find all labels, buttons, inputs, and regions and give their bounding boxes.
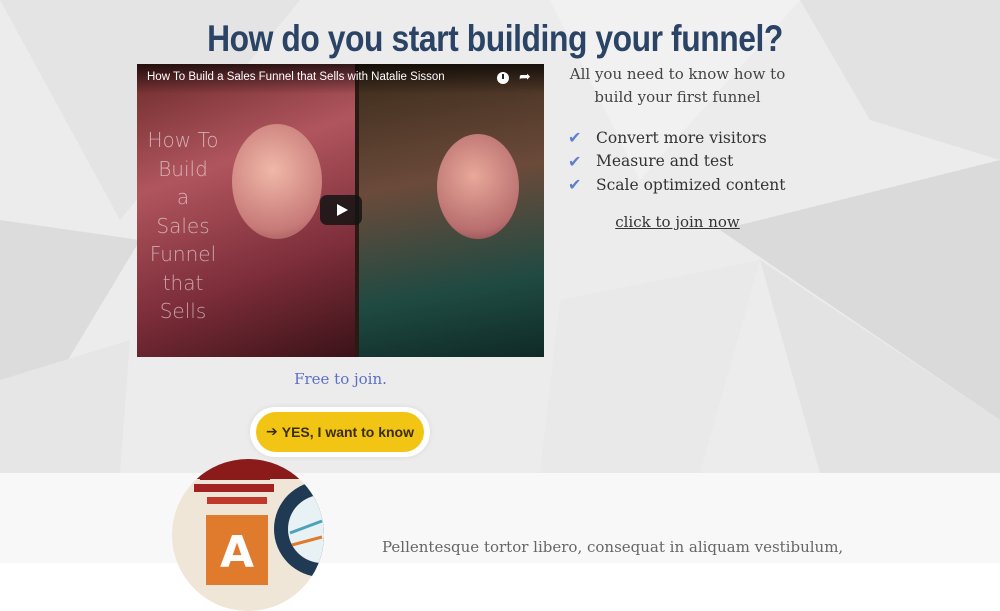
yes-i-want-to-know-button[interactable]: ➔ YES, I want to know bbox=[256, 412, 424, 452]
presenter-face bbox=[232, 124, 322, 239]
svg-text:A: A bbox=[220, 527, 254, 578]
check-icon: ✔ bbox=[568, 175, 582, 195]
cta-label: YES, I want to know bbox=[281, 424, 414, 440]
benefits-panel: All you need to know how to build your f… bbox=[560, 63, 795, 231]
body-paragraph: Pellentesque tortor libero, consequat in… bbox=[382, 538, 844, 556]
video-player[interactable]: How To Build a Sales Funnel that Sells H… bbox=[137, 64, 544, 357]
benefits-intro: All you need to know how to build your f… bbox=[569, 65, 786, 106]
page-title: How do you start building your funnel? bbox=[207, 18, 783, 59]
list-item: ✔ Scale optimized content bbox=[568, 175, 786, 195]
benefits-list: ✔ Convert more visitors ✔ Measure and te… bbox=[560, 126, 795, 197]
hero-section: How do you start building your funnel? H… bbox=[0, 0, 1000, 473]
list-item: ✔ Measure and test bbox=[568, 151, 734, 171]
video-title-link[interactable]: How To Build a Sales Funnel that Sells w… bbox=[147, 71, 445, 83]
join-now-link[interactable]: click to join now bbox=[560, 213, 795, 231]
course-illustration: A bbox=[172, 459, 324, 611]
check-icon: ✔ bbox=[568, 151, 582, 171]
video-overlay-text: How To Build a Sales Funnel that Sells bbox=[147, 128, 219, 323]
clock-icon[interactable] bbox=[497, 72, 509, 84]
check-icon: ✔ bbox=[568, 128, 582, 148]
play-icon[interactable] bbox=[320, 195, 362, 225]
arrow-right-icon: ➔ bbox=[266, 424, 278, 440]
guest-face bbox=[437, 134, 519, 239]
free-to-join-text: Free to join. bbox=[294, 370, 387, 388]
list-item: ✔ Convert more visitors bbox=[568, 128, 767, 148]
share-arrow-icon[interactable]: ➦ bbox=[519, 70, 531, 84]
